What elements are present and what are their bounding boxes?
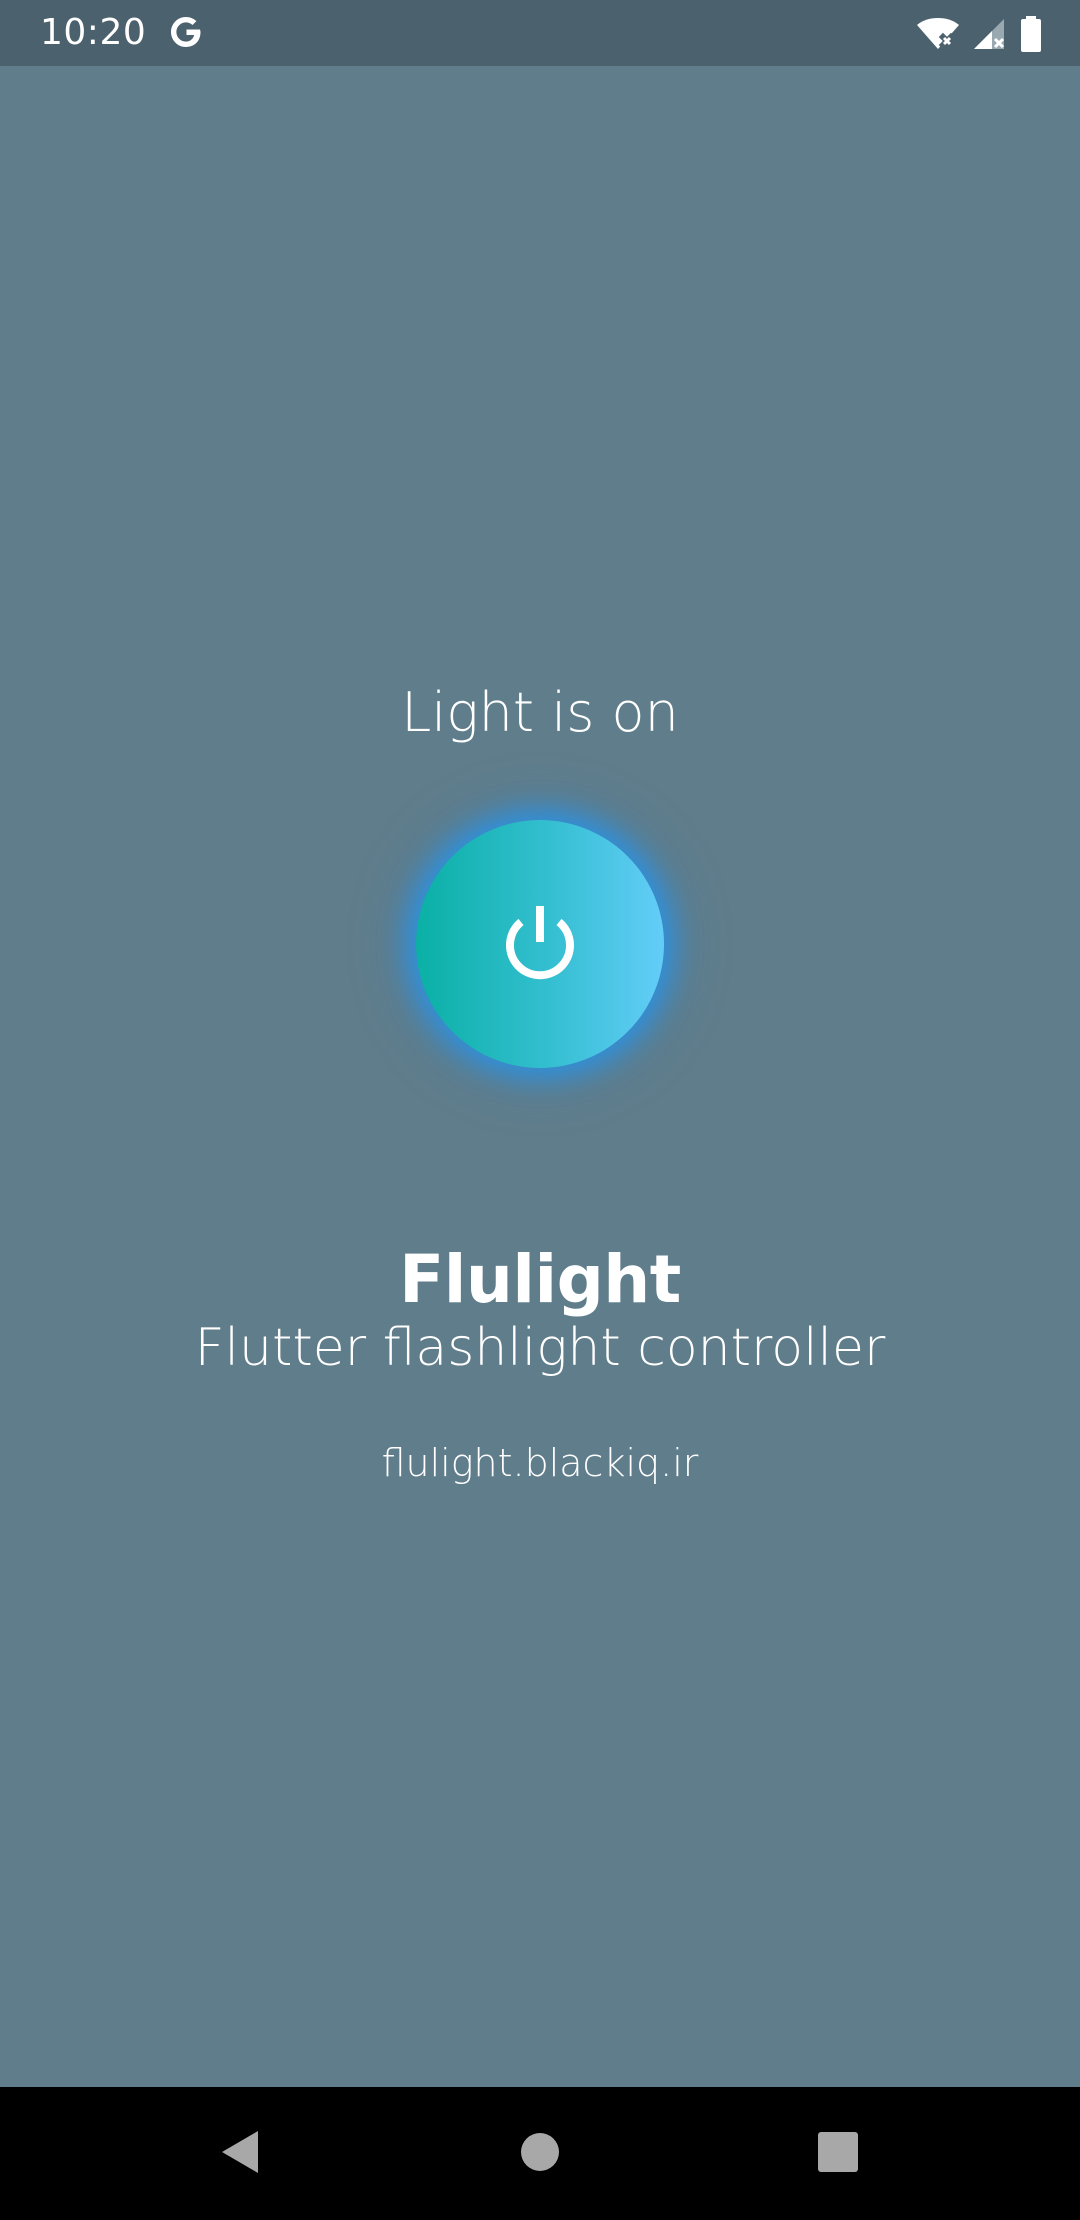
back-icon (220, 2129, 260, 2179)
app-subtitle: Flutter flashlight controller (194, 1318, 886, 1378)
signal-icon (972, 17, 1008, 51)
battery-icon (1020, 16, 1042, 52)
home-icon (519, 2131, 561, 2177)
app-website-link[interactable]: flulight.blackiq.ir (0, 1438, 1080, 1488)
navigation-bar (0, 2087, 1080, 2220)
status-bar: 10:20 (0, 0, 1080, 66)
google-icon (166, 12, 206, 52)
main-content: Light is on Flulight Flutter flashlight … (0, 66, 1080, 2087)
status-time: 10:20 (40, 12, 147, 53)
recents-icon (817, 2131, 859, 2177)
power-icon (496, 900, 584, 988)
light-status-text: Light is on (401, 681, 679, 744)
status-icons (916, 14, 1042, 54)
app-title: Flulight (399, 1241, 681, 1318)
home-button[interactable] (505, 2119, 575, 2189)
recents-button[interactable] (803, 2119, 873, 2189)
power-toggle-button[interactable] (416, 820, 664, 1068)
wifi-icon (916, 17, 960, 51)
back-button[interactable] (205, 2119, 275, 2189)
